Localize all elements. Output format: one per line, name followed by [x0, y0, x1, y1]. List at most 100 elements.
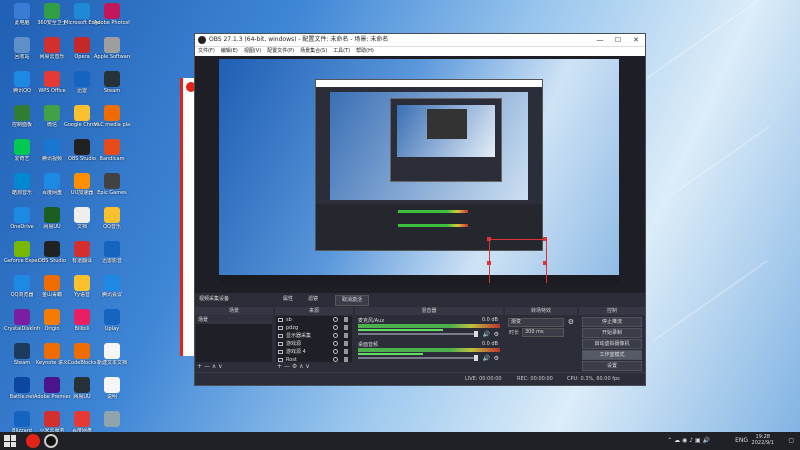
maximize-button[interactable]: ☐	[609, 34, 627, 46]
lock-icon[interactable]	[344, 325, 348, 330]
desktop-icon-label: 新建文本文档	[96, 360, 127, 366]
control-button[interactable]: 工作室模式	[582, 350, 642, 360]
nested-taskbar	[219, 275, 619, 283]
eye-icon[interactable]	[333, 341, 338, 346]
app-icon	[74, 309, 90, 325]
language-indicator[interactable]: ENG	[735, 432, 748, 450]
gear-icon[interactable]: ⚙	[494, 355, 499, 362]
scene-item[interactable]: 场景	[196, 316, 272, 324]
duration-input[interactable]: 300 ms	[522, 328, 564, 337]
volume-slider[interactable]	[358, 333, 478, 335]
app-icon	[44, 37, 60, 53]
notification-icon[interactable]: ▢	[788, 432, 794, 450]
selection-handle[interactable]	[487, 261, 491, 265]
desktop-icon[interactable]: Steam	[94, 70, 130, 104]
selection-handle[interactable]	[487, 237, 491, 241]
menu-scene-collection[interactable]: 场景集合(S)	[300, 47, 327, 56]
source-item[interactable]: 游戏源	[276, 340, 352, 348]
selection-box[interactable]	[489, 239, 547, 283]
minimize-button[interactable]: —	[591, 34, 609, 46]
speaker-icon[interactable]: 🔊	[483, 331, 490, 338]
app-icon	[74, 173, 90, 189]
selection-handle[interactable]	[543, 261, 547, 265]
volume-slider[interactable]	[358, 357, 478, 359]
volume-slider-knob[interactable]	[474, 331, 478, 337]
obs-logo-icon	[198, 36, 206, 44]
transition-gear-icon[interactable]: ⚙	[568, 318, 574, 326]
menu-tools[interactable]: 工具(T)	[333, 47, 350, 56]
control-button[interactable]: 设置	[582, 361, 642, 371]
volume-meter	[358, 348, 500, 352]
monitor-icon	[278, 342, 283, 346]
start-button[interactable]	[4, 435, 16, 447]
properties-button[interactable]: 属性	[283, 293, 293, 306]
app-icon	[14, 343, 30, 359]
control-button[interactable]: 停止推流	[582, 317, 642, 327]
desktop-icon[interactable]: Apple Software Update	[94, 36, 130, 70]
tray-icons[interactable]: ⌃ ☁ ◉ ♪ ▣ 🔊	[667, 432, 710, 450]
filters-button[interactable]: 滤镜	[308, 293, 318, 306]
source-item[interactable]: pdzg	[276, 324, 352, 332]
eye-icon[interactable]	[333, 333, 338, 338]
clock[interactable]: 19:28 2022/9/1	[752, 434, 774, 446]
source-item[interactable]: sb	[276, 316, 352, 324]
lock-icon[interactable]	[344, 349, 348, 354]
menu-help[interactable]: 帮助(H)	[356, 47, 374, 56]
obs-preview[interactable]	[195, 56, 645, 306]
lock-icon[interactable]	[344, 357, 348, 362]
mixer-channel-db: 0.0 dB	[481, 317, 498, 323]
menu-profile[interactable]: 配置文件(P)	[267, 47, 294, 56]
eye-icon[interactable]	[333, 325, 338, 330]
desktop-icon[interactable]: Bandicam	[94, 138, 130, 172]
browser-taskbar-icon[interactable]	[26, 434, 40, 448]
source-item[interactable]: 显示器采集	[276, 332, 352, 340]
mixer-header: 混音器	[355, 307, 503, 315]
app-icon	[104, 71, 120, 87]
control-button[interactable]: 启动虚拟摄像机	[582, 339, 642, 349]
source-item[interactable]: 游戏源 4	[276, 348, 352, 356]
obs-titlebar[interactable]: OBS 27.1.3 (64-bit, windows) - 配置文件: 未命名…	[195, 34, 645, 46]
menu-view[interactable]: 视图(V)	[244, 47, 261, 56]
desktop-icon[interactable]: 腾讯会议	[94, 274, 130, 308]
lock-icon[interactable]	[344, 341, 348, 346]
eye-icon[interactable]	[333, 317, 338, 322]
sources-footer-controls[interactable]: + — ⚙ ∧ ∨	[277, 362, 310, 371]
app-icon	[104, 139, 120, 155]
eye-icon[interactable]	[333, 357, 338, 362]
desktop-icon[interactable]: VLC media player	[94, 104, 130, 138]
selection-handle[interactable]	[543, 237, 547, 241]
obs-taskbar-icon[interactable]	[44, 434, 58, 448]
gear-icon[interactable]: ⚙	[494, 331, 499, 338]
desktop-icon[interactable]: Uplay	[94, 308, 130, 342]
app-icon	[14, 37, 30, 53]
lock-icon[interactable]	[344, 317, 348, 322]
scenes-footer-controls[interactable]: + — ∧ ∨	[197, 362, 223, 371]
menu-edit[interactable]: 编辑(E)	[221, 47, 238, 56]
deactivate-button[interactable]: 取消激活	[335, 295, 370, 306]
app-icon	[104, 241, 120, 257]
control-button[interactable]: 开始录制	[582, 328, 642, 338]
obs-window[interactable]: OBS 27.1.3 (64-bit, windows) - 配置文件: 未命名…	[194, 33, 646, 386]
volume-level	[358, 353, 423, 355]
desktop-icon[interactable]: 说明	[94, 376, 130, 410]
desktop-icon[interactable]: 迅雷影音	[94, 240, 130, 274]
menu-file[interactable]: 文件(F)	[198, 47, 215, 56]
transitions-header: 转场特效	[505, 307, 577, 315]
app-icon	[104, 411, 120, 427]
eye-icon[interactable]	[333, 349, 338, 354]
close-button[interactable]: ✕	[627, 34, 645, 46]
desktop-icon[interactable]: Epic Games	[94, 172, 130, 206]
app-icon	[104, 105, 120, 121]
speaker-icon[interactable]: 🔊	[483, 355, 490, 362]
transition-type-select[interactable]: 渐变	[508, 318, 564, 327]
desktop-icon[interactable]: 新建文本文档	[94, 342, 130, 376]
desktop-icon-label: Epic Games	[97, 190, 127, 196]
rec-indicator: REC: 00:00:00	[517, 376, 553, 382]
app-icon	[14, 241, 30, 257]
volume-meter	[358, 324, 500, 328]
desktop-icon[interactable]: Adobe Photoshop	[94, 2, 130, 36]
preview-canvas[interactable]	[219, 59, 619, 283]
lock-icon[interactable]	[344, 333, 348, 338]
desktop-icon[interactable]: QQ音乐	[94, 206, 130, 240]
volume-slider-knob[interactable]	[474, 355, 478, 361]
